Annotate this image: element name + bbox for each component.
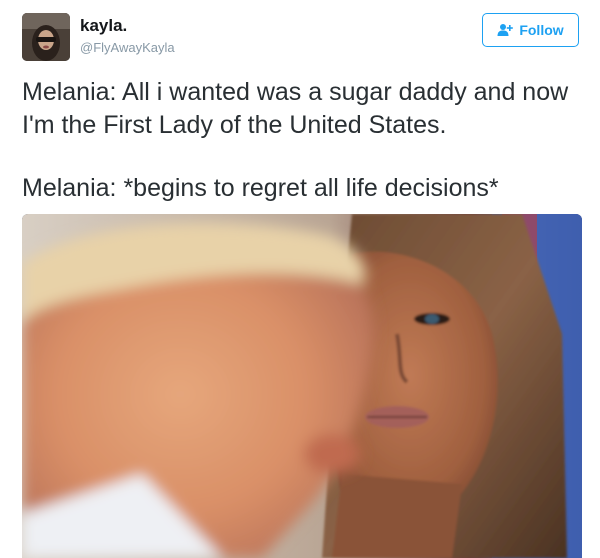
add-user-icon — [497, 23, 514, 37]
tweet-card: kayla. @FlyAwayKayla Follow Melania: All… — [0, 0, 600, 558]
display-name[interactable]: kayla. — [80, 16, 127, 36]
photo-image — [22, 214, 582, 558]
tweet-line-1: Melania: All i wanted was a sugar daddy … — [22, 78, 569, 139]
follow-button-label: Follow — [519, 22, 564, 38]
follow-button[interactable]: Follow — [482, 13, 579, 47]
tweet-line-2: Melania: *begins to regret all life deci… — [22, 174, 499, 202]
avatar-image — [22, 13, 70, 61]
user-handle[interactable]: @FlyAwayKayla — [80, 40, 175, 56]
tweet-text: Melania: All i wanted was a sugar daddy … — [22, 76, 582, 205]
avatar[interactable] — [22, 13, 70, 61]
tweet-photo[interactable] — [22, 214, 582, 558]
